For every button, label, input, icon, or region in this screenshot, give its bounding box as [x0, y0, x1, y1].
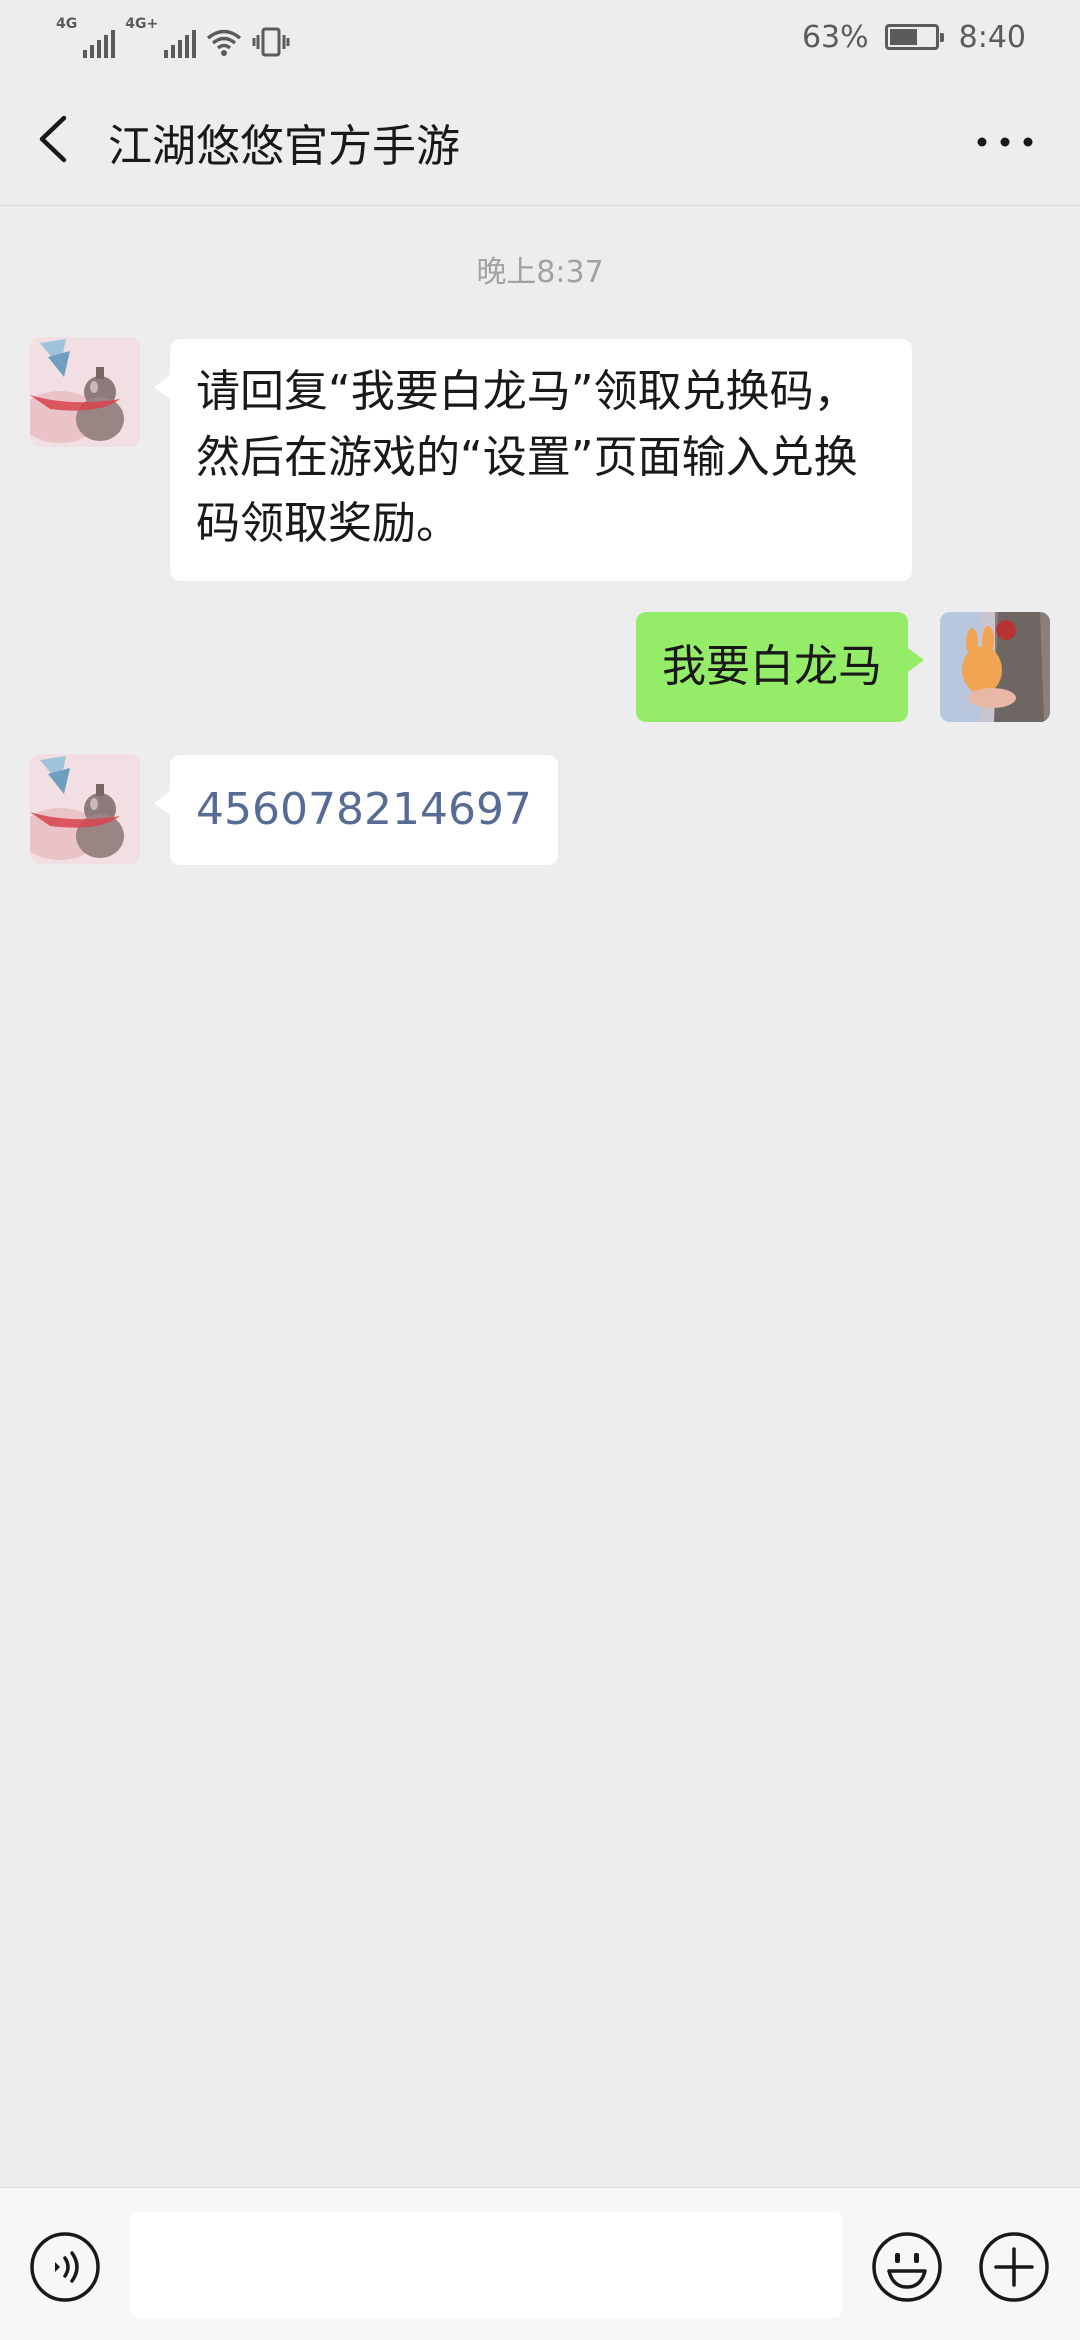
message-text: 我要白龙马: [662, 641, 882, 692]
message-line: 请回复“我要白龙马”领取兑换码，: [196, 366, 858, 417]
message-bubble-received[interactable]: 请回复“我要白龙马”领取兑换码， 然后在游戏的“设置”页面输入兑换 码领取奖励。: [154, 339, 912, 581]
sender-avatar[interactable]: [30, 754, 140, 864]
clock: 8:40: [958, 19, 1026, 55]
my-avatar[interactable]: [940, 612, 1050, 722]
message-list[interactable]: 晚上8:37 请回复“我要白龙马”领取兑换码， 然后在游戏的“设置”页面输入兑换…: [0, 207, 1080, 2187]
gourd-avatar-image: [30, 337, 140, 447]
emoji-icon: [872, 2232, 942, 2302]
back-button[interactable]: [28, 106, 88, 172]
message-bubble-sent[interactable]: 我要白龙马: [636, 612, 924, 722]
battery-percent: 63%: [801, 19, 869, 55]
status-left: 4G 4G+: [56, 16, 290, 58]
sender-avatar[interactable]: [30, 337, 140, 447]
status-right: 63% 8:40: [802, 16, 1026, 58]
message-line: 然后在游戏的“设置”页面输入兑换: [196, 432, 858, 483]
input-bar: [0, 2187, 1080, 2340]
chat-screen: 4G 4G+ 63% 8:40 江湖悠悠官方手游 晚上8:37 请回复“我要白龙…: [0, 0, 1080, 2340]
battery-icon: [884, 24, 944, 50]
message-line: 码领取奖励。: [196, 498, 460, 549]
message-timestamp: 晚上8:37: [476, 255, 604, 290]
title-bar: 江湖悠悠官方手游: [0, 72, 1080, 206]
signal-icon: [164, 30, 197, 58]
gourd-avatar-image: [30, 754, 140, 864]
voice-button[interactable]: [29, 2231, 101, 2303]
voice-icon: [30, 2232, 100, 2302]
signal-icon: [83, 30, 116, 58]
plus-icon: [979, 2232, 1049, 2302]
network-type-2: 4G+: [125, 16, 159, 32]
redeem-code-text[interactable]: 456078214697: [196, 784, 532, 835]
chat-title: 江湖悠悠官方手游: [108, 121, 460, 172]
more-dots-icon: [977, 137, 1033, 147]
status-bar: 4G 4G+ 63% 8:40: [0, 0, 1080, 72]
message-input[interactable]: [130, 2212, 842, 2318]
more-functions-button[interactable]: [978, 2231, 1050, 2303]
network-type-1: 4G: [56, 16, 78, 32]
back-arrow-icon: [39, 115, 67, 163]
more-button[interactable]: [970, 122, 1040, 162]
message-bubble-received[interactable]: 456078214697: [154, 755, 558, 865]
vibrate-icon: [252, 27, 290, 57]
emoji-button[interactable]: [871, 2231, 943, 2303]
wifi-icon: [207, 29, 242, 56]
user-avatar-image: [940, 612, 1050, 722]
